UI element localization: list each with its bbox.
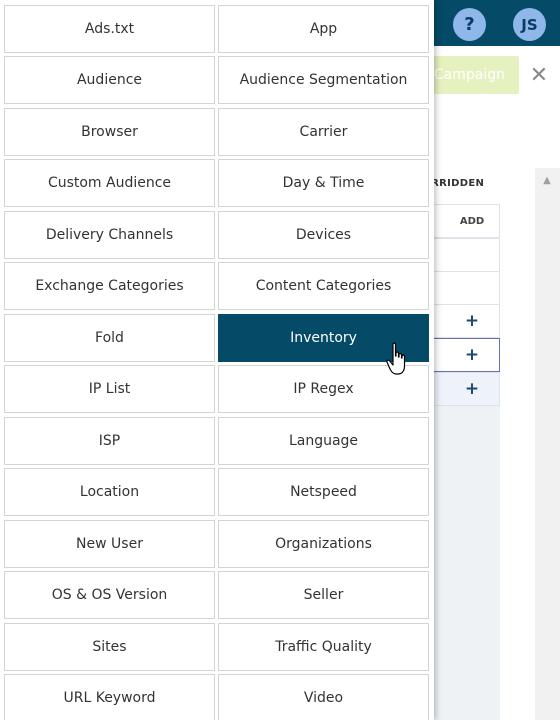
targeting-options-dropdown: Ads.txt App Audience Audience Segmentati… <box>0 0 434 720</box>
option-isp[interactable]: ISP <box>4 417 215 465</box>
table-row <box>424 238 500 272</box>
option-ip-list[interactable]: IP List <box>4 365 215 413</box>
option-day-and-time[interactable]: Day & Time <box>218 159 429 207</box>
add-column-header: ADD <box>424 204 500 238</box>
scroll-up-arrow-icon[interactable]: ▲ <box>540 174 554 186</box>
overridden-column-header: ERRIDDEN <box>424 178 485 189</box>
option-netspeed[interactable]: Netspeed <box>218 468 429 516</box>
add-row-button[interactable]: + <box>424 304 500 338</box>
option-content-categories[interactable]: Content Categories <box>218 262 429 310</box>
option-exchange-categories[interactable]: Exchange Categories <box>4 262 215 310</box>
user-avatar[interactable]: JS <box>513 8 546 41</box>
option-sites[interactable]: Sites <box>4 623 215 671</box>
close-icon[interactable]: ✕ <box>528 60 550 90</box>
option-custom-audience[interactable]: Custom Audience <box>4 159 215 207</box>
option-browser[interactable]: Browser <box>4 108 215 156</box>
option-carrier[interactable]: Carrier <box>218 108 429 156</box>
add-row-button[interactable]: + <box>424 338 500 372</box>
option-new-user[interactable]: New User <box>4 520 215 568</box>
option-url-keyword[interactable]: URL Keyword <box>4 674 215 720</box>
option-app[interactable]: App <box>218 5 429 53</box>
option-os-and-os-version[interactable]: OS & OS Version <box>4 571 215 619</box>
option-seller[interactable]: Seller <box>218 571 429 619</box>
option-organizations[interactable]: Organizations <box>218 520 429 568</box>
option-devices[interactable]: Devices <box>218 211 429 259</box>
option-delivery-channels[interactable]: Delivery Channels <box>4 211 215 259</box>
option-traffic-quality[interactable]: Traffic Quality <box>218 623 429 671</box>
vertical-scrollbar[interactable] <box>535 168 560 720</box>
option-fold[interactable]: Fold <box>4 314 215 362</box>
option-audience-segmentation[interactable]: Audience Segmentation <box>218 56 429 104</box>
hand-pointer-icon <box>386 342 406 375</box>
add-row-button[interactable]: + <box>424 372 500 406</box>
help-button[interactable]: ? <box>453 8 486 41</box>
option-ads-txt[interactable]: Ads.txt <box>4 5 215 53</box>
option-video[interactable]: Video <box>218 674 429 720</box>
option-location[interactable]: Location <box>4 468 215 516</box>
table-row <box>424 271 500 305</box>
option-language[interactable]: Language <box>218 417 429 465</box>
option-audience[interactable]: Audience <box>4 56 215 104</box>
campaign-button[interactable]: Campaign <box>424 56 519 94</box>
